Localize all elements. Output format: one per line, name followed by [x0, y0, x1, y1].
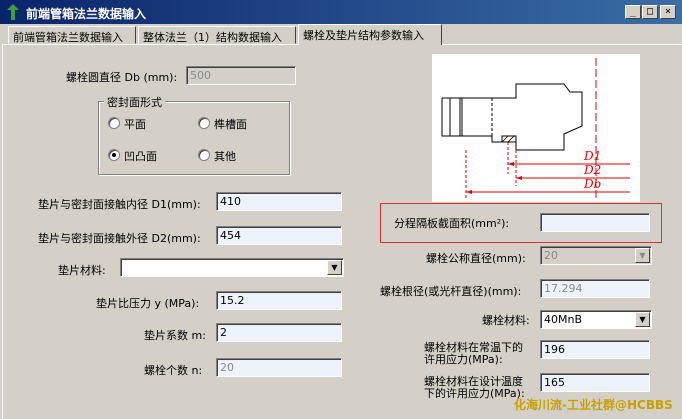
bolt-material-label: 螺栓材料:	[482, 314, 530, 327]
app-icon	[7, 4, 19, 20]
bolt-material-select[interactable]: 40MnB ▼	[540, 310, 652, 329]
inner-diameter-label: 垫片与密封面接触内径 D1(mm):	[38, 198, 201, 211]
radio-male-female-label: 凹凸面	[124, 150, 157, 163]
maximize-button[interactable]: □	[642, 5, 658, 19]
dropdown-arrow-icon[interactable]: ▼	[635, 312, 650, 327]
tab-front-flange[interactable]: 前端管箱法兰数据输入	[8, 26, 136, 44]
close-button[interactable]: ×	[660, 5, 676, 19]
partition-area-label: 分程隔板截面积(mm²):	[394, 217, 510, 230]
radio-male-female[interactable]	[108, 149, 120, 161]
label-d1: D1	[583, 149, 601, 163]
design-temp-stress-label-2: 下的许用应力(MPa):	[424, 387, 525, 400]
radio-other[interactable]	[198, 149, 210, 161]
partition-area-input[interactable]	[540, 213, 650, 232]
tab-integral-flange[interactable]: 整体法兰（1）结构数据输入	[138, 26, 296, 44]
bolt-material-value: 40MnB	[544, 313, 583, 326]
bolt-diameter-select[interactable]: 20 ▼	[540, 246, 652, 265]
label-db: Db	[583, 177, 601, 191]
bolt-diameter-label: 螺栓公称直径(mm):	[426, 252, 526, 265]
seal-face-group-title: 密封面形式	[104, 94, 165, 110]
radio-tongue-groove-label: 榫槽面	[214, 118, 247, 131]
bolt-count-input[interactable]: 20	[216, 358, 342, 377]
label-d2: D2	[583, 163, 601, 177]
flange-diagram: D1 D2 Db	[432, 54, 640, 202]
bolt-count-label: 螺栓个数 n:	[144, 364, 203, 377]
radio-flat[interactable]	[108, 117, 120, 129]
minimize-button[interactable]: _	[625, 5, 641, 19]
bolt-root-diameter-input[interactable]: 17.294	[540, 279, 650, 298]
outer-diameter-input[interactable]: 454	[216, 226, 342, 245]
dropdown-arrow-icon[interactable]: ▼	[327, 260, 342, 275]
gasket-pressure-input[interactable]: 15.2	[216, 291, 342, 310]
watermark: 化海川流-工业社群@HCBBS	[514, 398, 673, 412]
bolt-diameter-value: 20	[544, 249, 558, 262]
gasket-factor-label: 垫片系数 m:	[144, 329, 206, 342]
room-temp-stress-input[interactable]: 196	[540, 340, 650, 359]
gasket-pressure-label: 垫片比压力 y (MPa):	[96, 297, 200, 310]
room-temp-stress-label-2: 许用应力(MPa):	[424, 353, 503, 366]
bolt-root-diameter-label: 螺栓根径(或光杆直径)(mm):	[380, 285, 522, 298]
radio-tongue-groove[interactable]	[198, 117, 210, 129]
radio-other-label: 其他	[214, 150, 236, 163]
bolt-circle-input[interactable]: 500	[186, 66, 296, 85]
window-title: 前端管箱法兰数据输入	[26, 7, 147, 21]
bolt-circle-label: 螺栓圆直径 Db (mm):	[66, 71, 178, 84]
gasket-factor-input[interactable]: 2	[216, 323, 342, 342]
outer-diameter-label: 垫片与密封面接触外径 D2(mm):	[38, 232, 201, 245]
gasket-material-label: 垫片材料:	[58, 264, 106, 277]
design-temp-stress-input[interactable]: 165	[540, 373, 650, 392]
gasket-material-select[interactable]: ▼	[120, 258, 344, 277]
tab-bolt-gasket[interactable]: 螺栓及垫片结构参数输入	[298, 24, 442, 45]
inner-diameter-input[interactable]: 410	[216, 192, 342, 211]
dropdown-arrow-icon[interactable]: ▼	[635, 248, 650, 263]
radio-flat-label: 平面	[124, 118, 146, 131]
